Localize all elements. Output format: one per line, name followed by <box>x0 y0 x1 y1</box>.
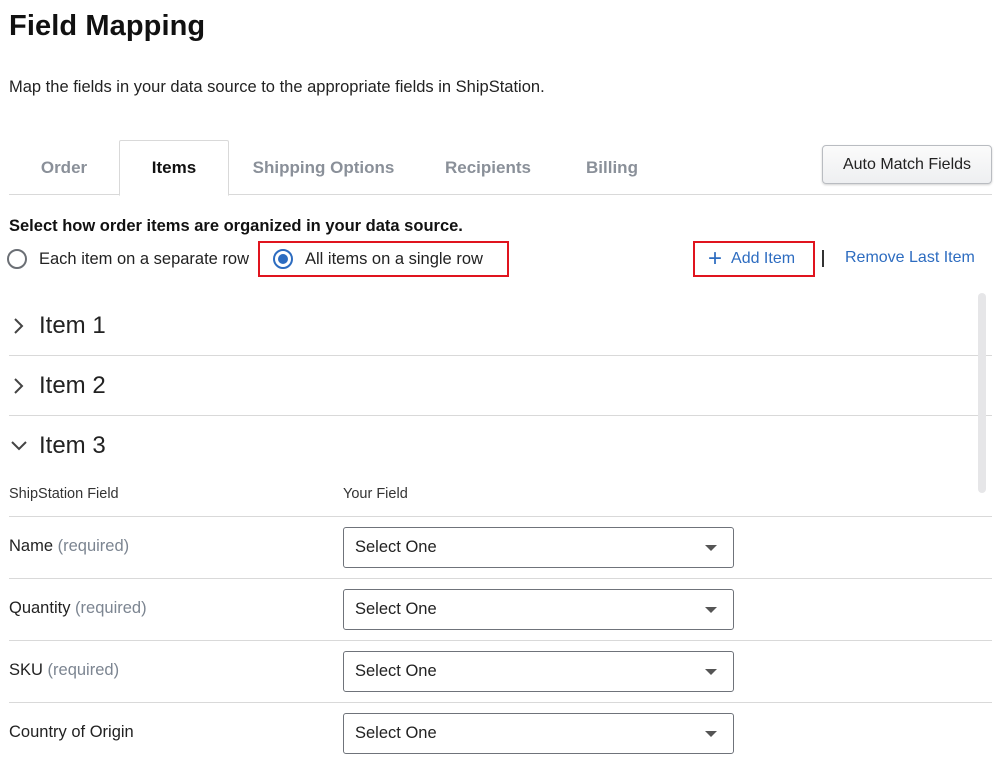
column-header-shipstation-field: ShipStation Field <box>9 486 119 502</box>
chevron-right-icon <box>9 376 29 396</box>
accordion-item-2-label: Item 2 <box>39 371 106 399</box>
radio-single-row[interactable]: All items on a single row <box>273 246 483 272</box>
column-header-your-field: Your Field <box>343 486 408 502</box>
required-qualifier: (required) <box>75 599 147 617</box>
radio-checked-icon[interactable] <box>273 249 293 269</box>
field-label: Quantity <box>9 599 71 617</box>
radio-unchecked-icon[interactable] <box>7 249 27 269</box>
page-subtitle: Map the fields in your data source to th… <box>9 78 545 96</box>
select-value: Select One <box>355 600 437 618</box>
tab-recipients[interactable]: Recipients <box>418 140 558 195</box>
field-label: SKU <box>9 661 43 679</box>
plus-icon: + <box>708 245 723 272</box>
scrollbar-thumb[interactable] <box>978 293 986 493</box>
items-organization-prompt: Select how order items are organized in … <box>9 217 463 235</box>
accordion-item-1-label: Item 1 <box>39 311 106 339</box>
chevron-down-icon <box>9 436 29 456</box>
remove-last-item-link[interactable]: Remove Last Item <box>845 249 975 267</box>
tab-shipping-options[interactable]: Shipping Options <box>229 140 418 195</box>
select-value: Select One <box>355 662 437 680</box>
radio-single-row-label: All items on a single row <box>305 249 483 268</box>
accordion-item-2[interactable]: Item 2 <box>9 356 992 416</box>
select-value: Select One <box>355 538 437 556</box>
quantity-field-select[interactable]: Select One <box>343 589 734 630</box>
sku-field-select[interactable]: Select One <box>343 651 734 692</box>
country-of-origin-field-select[interactable]: Select One <box>343 713 734 754</box>
add-item-button[interactable]: + Add Item <box>708 246 795 272</box>
select-value: Select One <box>355 724 437 742</box>
required-qualifier: (required) <box>47 661 120 679</box>
field-label: Country of Origin <box>9 723 134 741</box>
tab-items[interactable]: Items <box>119 140 229 196</box>
dropdown-arrow-icon <box>705 669 717 675</box>
dropdown-arrow-icon <box>705 607 717 613</box>
radio-separate-rows-label: Each item on a separate row <box>39 249 250 268</box>
accordion-item-3[interactable]: Item 3 <box>9 416 992 476</box>
tab-order[interactable]: Order <box>9 140 119 195</box>
mapping-row-name: Name (required) Select One <box>9 517 992 579</box>
link-separator <box>822 250 824 267</box>
required-qualifier: (required) <box>57 537 130 555</box>
field-mapping-page: Field Mapping Map the fields in your dat… <box>0 0 1000 772</box>
auto-match-fields-button[interactable]: Auto Match Fields <box>822 145 992 184</box>
radio-separate-rows[interactable]: Each item on a separate row <box>7 246 249 272</box>
field-label: Name <box>9 537 54 555</box>
page-title: Field Mapping <box>9 10 206 42</box>
accordion-item-3-label: Item 3 <box>39 432 106 459</box>
chevron-right-icon <box>9 316 29 336</box>
mapping-row-quantity: Quantity (required) Select One <box>9 579 992 641</box>
mapping-row-country-of-origin: Country of Origin Select One <box>9 703 992 765</box>
add-item-label: Add Item <box>731 250 796 267</box>
mapping-row-sku: SKU (required) Select One <box>9 641 992 703</box>
dropdown-arrow-icon <box>705 545 717 551</box>
name-field-select[interactable]: Select One <box>343 527 734 568</box>
accordion-item-1[interactable]: Item 1 <box>9 296 992 356</box>
tab-billing[interactable]: Billing <box>558 140 666 195</box>
dropdown-arrow-icon <box>705 731 717 737</box>
